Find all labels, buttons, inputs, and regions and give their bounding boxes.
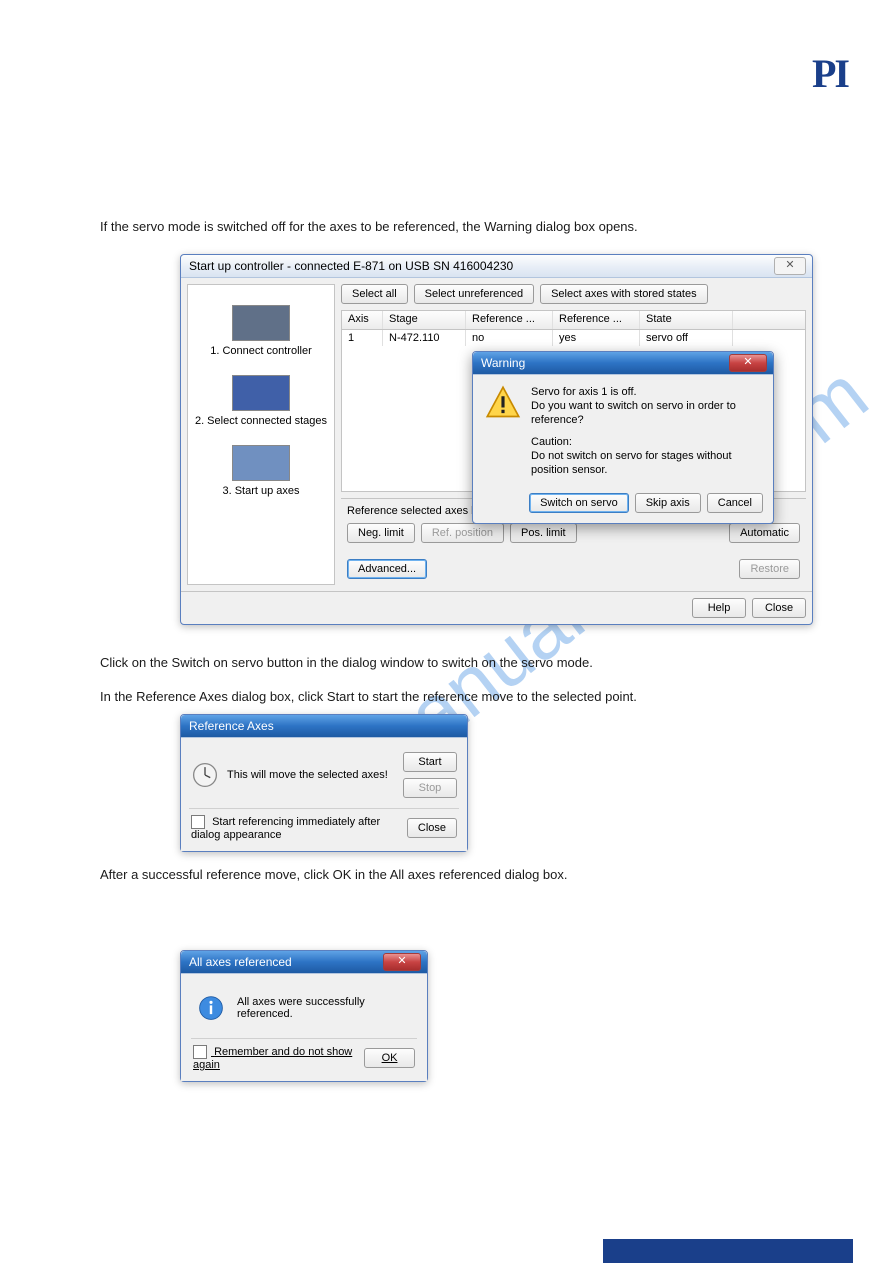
skip-axis-button[interactable]: Skip axis [635,493,701,513]
all-axes-referenced-dialog: All axes referenced ✕ All axes were succ… [180,950,428,1082]
cell-ref1: no [466,330,553,346]
close-button[interactable]: Close [407,818,457,838]
start-immediately-label: Start referencing immediately after dial… [191,816,380,841]
instruction-1: If the servo mode is switched off for th… [100,218,750,236]
pos-limit-button[interactable]: Pos. limit [510,523,577,543]
warning-title: Warning [481,356,525,370]
remember-label: Remember and do not show again [193,1046,352,1071]
startup-window: Start up controller - connected E-871 on… [180,254,813,625]
start-button[interactable]: Start [403,752,457,772]
close-button[interactable]: Close [752,598,806,618]
instruction-4: Click on the Switch on servo button in t… [100,654,750,672]
warn-line2: Do you want to switch on servo in order … [531,399,761,427]
switch-on-servo-button[interactable]: Switch on servo [529,493,629,513]
pi-logo: PI [812,50,848,97]
warning-icon [485,385,521,421]
reference-title: Reference Axes [189,719,274,733]
automatic-button[interactable]: Automatic [729,523,800,543]
cell-ref2: yes [553,330,640,346]
step2-label: 2. Select connected stages [195,415,327,427]
cell-stage: N-472.110 [383,330,466,346]
stop-button[interactable]: Stop [403,778,457,798]
warning-dialog: Warning ✕ Servo for axis 1 is off. Do yo… [472,351,774,524]
allaxes-title: All axes referenced [189,955,292,969]
col-axis[interactable]: Axis [342,311,383,329]
close-icon[interactable]: ✕ [774,257,806,275]
startup-title: Start up controller - connected E-871 on… [189,259,513,273]
select-unreferenced-button[interactable]: Select unreferenced [414,284,534,304]
warning-titlebar: Warning ✕ [473,352,773,375]
clock-icon [191,761,219,789]
cell-state: servo off [640,330,733,346]
checkbox-icon [191,815,205,829]
start-immediately-checkbox[interactable]: Start referencing immediately after dial… [191,815,407,841]
allaxes-message: All axes were successfully referenced. [237,996,415,1020]
instruction-3: After a successful reference move, click… [100,866,750,884]
col-ref2[interactable]: Reference ... [553,311,640,329]
warn-line1: Servo for axis 1 is off. [531,385,761,399]
reference-message: This will move the selected axes! [227,769,395,781]
remember-checkbox[interactable]: Remember and do not show again [193,1045,364,1071]
wizard-sidebar: 1. Connect controller 2. Select connecte… [187,284,335,585]
step1-label: 1. Connect controller [210,345,312,357]
close-icon[interactable]: ✕ [729,354,767,372]
cell-axis: 1 [342,330,383,346]
table-header: Axis Stage Reference ... Reference ... S… [342,311,805,330]
info-icon [197,994,225,1022]
step3-label: 3. Start up axes [222,485,299,497]
select-all-button[interactable]: Select all [341,284,408,304]
ref-position-button[interactable]: Ref. position [421,523,504,543]
help-button[interactable]: Help [692,598,746,618]
neg-limit-button[interactable]: Neg. limit [347,523,415,543]
table-row[interactable]: 1 N-472.110 no yes servo off [342,330,805,346]
col-stage[interactable]: Stage [383,311,466,329]
axes-table: Axis Stage Reference ... Reference ... S… [341,310,806,492]
page-footer [55,1243,62,1257]
col-ref1[interactable]: Reference ... [466,311,553,329]
step1-thumb-icon [232,305,290,341]
step2-thumb-icon [232,375,290,411]
ok-button[interactable]: OK [364,1048,415,1068]
step-stages[interactable]: 2. Select connected stages [192,375,330,427]
footer-bar [603,1239,853,1263]
close-icon[interactable]: ✕ [383,953,421,971]
cancel-button[interactable]: Cancel [707,493,763,513]
warn-line4: Do not switch on servo for stages withou… [531,449,761,477]
col-state[interactable]: State [640,311,733,329]
step-startup[interactable]: 3. Start up axes [192,445,330,497]
checkbox-icon [193,1045,207,1059]
restore-button[interactable]: Restore [739,559,800,579]
allaxes-titlebar: All axes referenced ✕ [181,951,427,974]
startup-titlebar: Start up controller - connected E-871 on… [181,255,812,278]
select-stored-button[interactable]: Select axes with stored states [540,284,708,304]
warn-line3: Caution: [531,435,761,449]
step3-thumb-icon [232,445,290,481]
advanced-button[interactable]: Advanced... [347,559,427,579]
reference-titlebar: Reference Axes [181,715,467,738]
step-connect[interactable]: 1. Connect controller [192,305,330,357]
warning-text: Servo for axis 1 is off. Do you want to … [531,385,761,477]
instruction-2: In the Reference Axes dialog box, click … [100,688,750,706]
reference-axes-dialog: Reference Axes This will move the select… [180,714,468,852]
